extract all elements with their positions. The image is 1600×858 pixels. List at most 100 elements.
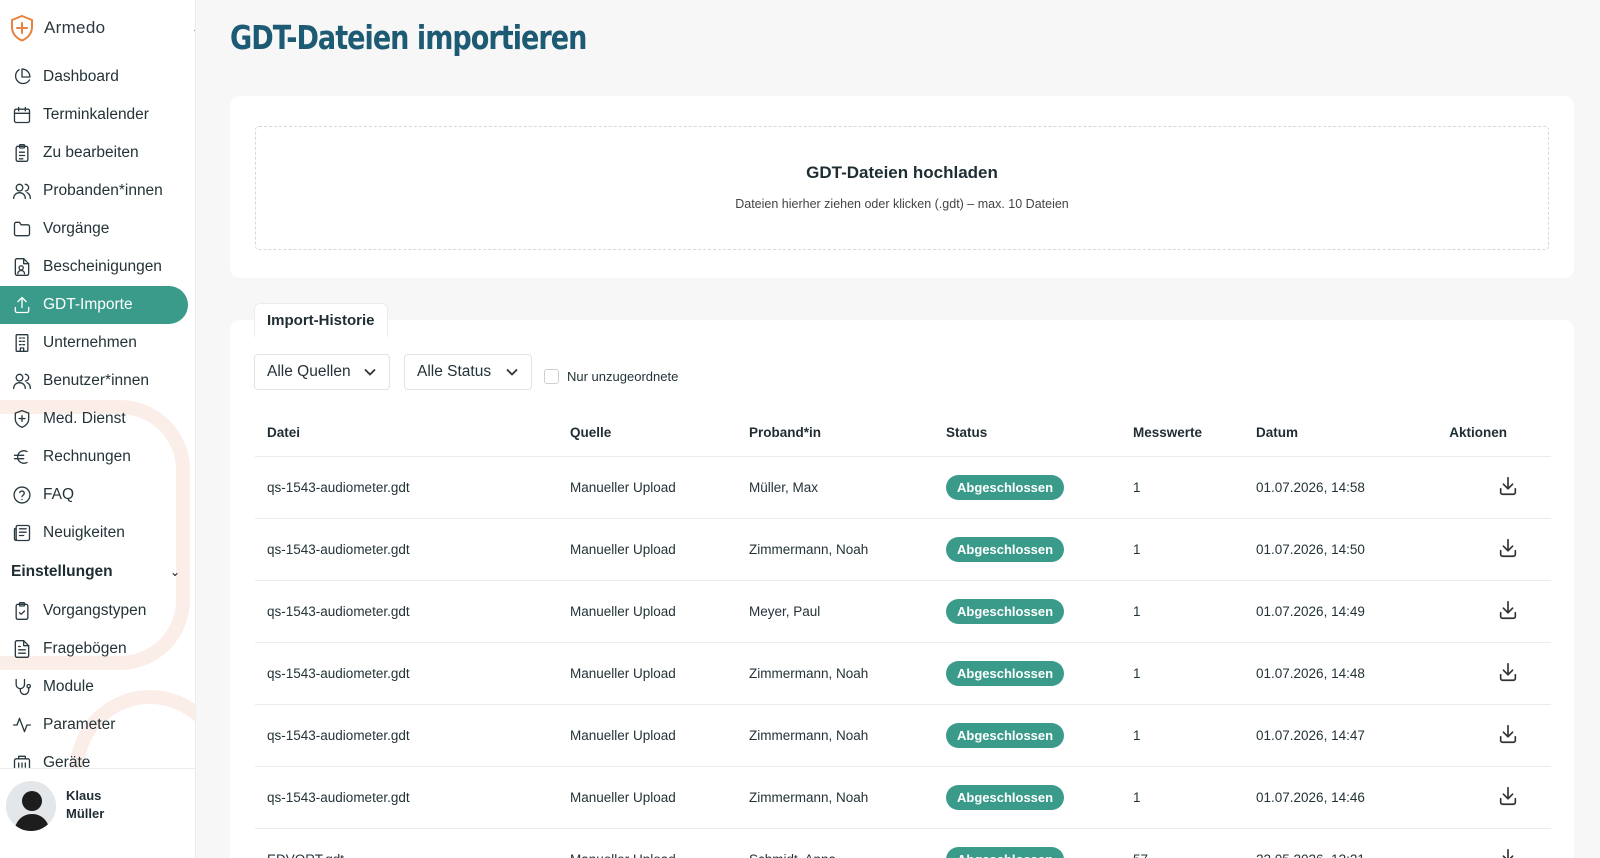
sidebar-item-zu-bearbeiten[interactable]: Zu bearbeiten bbox=[0, 134, 195, 172]
tab-import-historie[interactable]: Import-Historie bbox=[254, 303, 388, 337]
page-title: GDT-Dateien importieren bbox=[230, 18, 587, 57]
table-row[interactable]: qs-1543-audiometer.gdt Manueller Upload … bbox=[255, 456, 1551, 519]
sidebar-item-label: Zu bearbeiten bbox=[43, 144, 139, 161]
sidebar-section-einstellungen[interactable]: Einstellungen ⌄ bbox=[0, 552, 195, 592]
cell-date: 01.07.2026, 14:49 bbox=[1244, 580, 1417, 643]
sidebar-item-vorgangstypen[interactable]: Vorgangstypen bbox=[0, 592, 195, 630]
cell-subject: Zimmermann, Noah bbox=[737, 766, 934, 829]
sidebar-item-vorgaenge[interactable]: Vorgänge bbox=[0, 210, 195, 248]
pie-chart-icon bbox=[14, 68, 31, 85]
column-header-quelle[interactable]: Quelle bbox=[558, 410, 737, 457]
cell-source: Manueller Upload bbox=[558, 704, 737, 767]
user-last-name: Müller bbox=[66, 806, 105, 821]
activity-icon bbox=[13, 717, 32, 733]
download-icon[interactable] bbox=[1497, 599, 1519, 621]
column-header-status[interactable]: Status bbox=[934, 410, 1121, 457]
folder-icon bbox=[13, 221, 31, 237]
clipboard-list-icon bbox=[15, 144, 29, 162]
sidebar-item-label: Terminkalender bbox=[43, 106, 149, 123]
cell-values: 1 bbox=[1121, 456, 1244, 519]
table-row[interactable]: qs-1543-audiometer.gdt Manueller Upload … bbox=[255, 642, 1551, 705]
chevron-down-icon bbox=[506, 368, 518, 376]
shield-plus-icon bbox=[14, 410, 30, 428]
sidebar-item-benutzer[interactable]: Benutzer*innen bbox=[0, 362, 195, 400]
sidebar-item-faq[interactable]: FAQ bbox=[0, 476, 195, 514]
clipboard-check-icon bbox=[15, 602, 29, 620]
cell-source: Manueller Upload bbox=[558, 518, 737, 581]
user-name: Klaus Müller bbox=[66, 781, 104, 823]
download-icon[interactable] bbox=[1497, 847, 1519, 858]
sidebar-item-label: Probanden*innen bbox=[43, 182, 163, 199]
only-unassigned-checkbox[interactable] bbox=[544, 369, 559, 384]
table-header-row: Datei Quelle Proband*in Status Messwerte… bbox=[255, 410, 1551, 457]
dropzone-title: GDT-Dateien hochladen bbox=[806, 163, 998, 182]
sidebar-item-unternehmen[interactable]: Unternehmen bbox=[0, 324, 195, 362]
sidebar-item-dashboard[interactable]: Dashboard bbox=[0, 58, 195, 96]
table-row[interactable]: qs-1543-audiometer.gdt Manueller Upload … bbox=[255, 766, 1551, 829]
file-dropzone[interactable]: GDT-Dateien hochladen Dateien hierher zi… bbox=[255, 126, 1549, 250]
status-badge: Abgeschlossen bbox=[946, 536, 1065, 562]
sidebar-nav: Dashboard Terminkalender Zu bearbeiten P… bbox=[0, 58, 195, 782]
sidebar-item-label: Neuigkeiten bbox=[43, 524, 125, 541]
column-header-messwerte[interactable]: Messwerte bbox=[1121, 410, 1244, 457]
download-icon[interactable] bbox=[1497, 475, 1519, 497]
upload-card: GDT-Dateien hochladen Dateien hierher zi… bbox=[230, 96, 1574, 278]
cell-file: qs-1543-audiometer.gdt bbox=[255, 456, 558, 519]
download-icon[interactable] bbox=[1497, 785, 1519, 807]
cell-source: Manueller Upload bbox=[558, 456, 737, 519]
sidebar-item-frageboegen[interactable]: Fragebögen bbox=[0, 630, 195, 668]
download-icon[interactable] bbox=[1497, 723, 1519, 745]
column-header-aktionen: Aktionen bbox=[1417, 410, 1551, 457]
building-icon bbox=[15, 334, 29, 352]
sidebar-item-neuigkeiten[interactable]: Neuigkeiten bbox=[0, 514, 195, 552]
cell-status: Abgeschlossen bbox=[934, 580, 1121, 643]
dropzone-hint: Dateien hierher ziehen oder klicken (.gd… bbox=[735, 197, 1069, 211]
status-filter-select[interactable]: Alle Status bbox=[404, 354, 532, 390]
sidebar-item-label: FAQ bbox=[43, 486, 75, 503]
sidebar-item-med-dienst[interactable]: Med. Dienst bbox=[0, 400, 195, 438]
sidebar-item-label: Unternehmen bbox=[43, 334, 137, 351]
tab-label: Import-Historie bbox=[267, 312, 375, 329]
table-row[interactable]: EDVORT.gdt Manueller Upload Schmidt, Ann… bbox=[255, 828, 1551, 858]
table-row[interactable]: qs-1543-audiometer.gdt Manueller Upload … bbox=[255, 580, 1551, 643]
sidebar-item-bescheinigungen[interactable]: Bescheinigungen bbox=[0, 248, 195, 286]
user-silhouette-icon bbox=[6, 781, 56, 831]
sidebar-item-gdt-importe[interactable]: GDT-Importe bbox=[0, 286, 188, 324]
sidebar-item-parameter[interactable]: Parameter bbox=[0, 706, 195, 744]
stethoscope-icon bbox=[15, 678, 31, 696]
status-badge: Abgeschlossen bbox=[946, 474, 1065, 500]
column-header-proband[interactable]: Proband*in bbox=[737, 410, 934, 457]
sidebar-item-label: Med. Dienst bbox=[43, 410, 126, 427]
table-row[interactable]: qs-1543-audiometer.gdt Manueller Upload … bbox=[255, 704, 1551, 767]
cell-date: 22.05.2026, 12:21 bbox=[1244, 828, 1417, 858]
status-filter-value: Alle Status bbox=[417, 363, 492, 380]
table-row[interactable]: qs-1543-audiometer.gdt Manueller Upload … bbox=[255, 518, 1551, 581]
sidebar-item-label: Dashboard bbox=[43, 68, 119, 85]
cell-file: qs-1543-audiometer.gdt bbox=[255, 704, 558, 767]
status-badge: Abgeschlossen bbox=[946, 784, 1065, 810]
column-header-datum[interactable]: Datum bbox=[1244, 410, 1417, 457]
download-icon[interactable] bbox=[1497, 537, 1519, 559]
sidebar-item-module[interactable]: Module bbox=[0, 668, 195, 706]
sidebar-item-label: GDT-Importe bbox=[43, 296, 133, 313]
column-header-datei[interactable]: Datei bbox=[255, 410, 558, 457]
cell-subject: Zimmermann, Noah bbox=[737, 704, 934, 767]
cell-date: 01.07.2026, 14:58 bbox=[1244, 456, 1417, 519]
collapse-sidebar-button[interactable]: ‹ bbox=[188, 20, 195, 38]
section-label: Einstellungen bbox=[11, 563, 113, 580]
cell-date: 01.07.2026, 14:50 bbox=[1244, 518, 1417, 581]
brand[interactable]: Armedo bbox=[10, 14, 105, 42]
download-icon[interactable] bbox=[1497, 661, 1519, 683]
sidebar-item-label: Fragebögen bbox=[43, 640, 127, 657]
sidebar-item-probanden[interactable]: Probanden*innen bbox=[0, 172, 195, 210]
sidebar-item-rechnungen[interactable]: Rechnungen bbox=[0, 438, 195, 476]
sidebar-item-terminkalender[interactable]: Terminkalender bbox=[0, 96, 195, 134]
upload-icon bbox=[14, 296, 30, 314]
source-filter-select[interactable]: Alle Quellen bbox=[254, 354, 390, 390]
only-unassigned-toggle[interactable]: Nur unzugeordnete bbox=[544, 369, 678, 384]
status-badge: Abgeschlossen bbox=[946, 598, 1065, 624]
cell-actions bbox=[1417, 766, 1551, 829]
cell-subject: Zimmermann, Noah bbox=[737, 518, 934, 581]
cell-source: Manueller Upload bbox=[558, 766, 737, 829]
user-profile[interactable]: Klaus Müller bbox=[0, 768, 195, 858]
